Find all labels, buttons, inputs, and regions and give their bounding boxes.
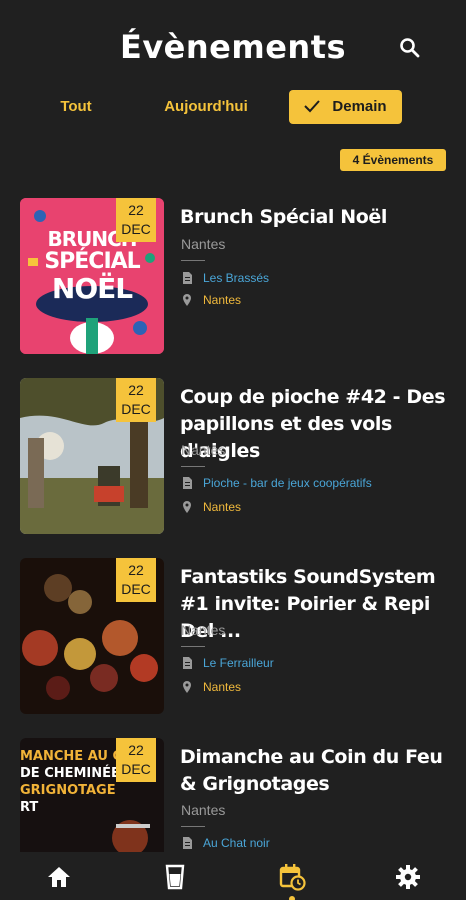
bottom-navigation (0, 852, 466, 900)
drink-icon (165, 864, 185, 890)
venue-city: Nantes (203, 500, 242, 514)
app-header: Évènements (0, 0, 466, 90)
nav-home[interactable] (44, 862, 74, 892)
event-title: Brunch Spécial Noël (180, 206, 387, 228)
nav-settings[interactable] (393, 862, 423, 892)
event-title: Dimanche au Coin du Feu & Grignotages (180, 746, 443, 795)
divider (181, 466, 205, 467)
date-day: 22 (128, 562, 144, 578)
venue-name[interactable]: Au Chat noir (203, 835, 270, 851)
nav-events[interactable] (277, 862, 307, 900)
venue-city: Nantes (203, 293, 242, 307)
event-city: Nantes (181, 236, 226, 252)
filter-all[interactable]: Tout (40, 90, 112, 124)
document-icon (183, 272, 192, 284)
filter-tomorrow-label: Demain (332, 98, 387, 115)
active-indicator (289, 896, 295, 900)
event-city: Nantes (181, 802, 226, 818)
home-icon (48, 867, 70, 887)
date-day: 22 (128, 382, 144, 398)
gear-icon (396, 865, 420, 889)
event-city: Nantes (181, 622, 226, 638)
filter-tomorrow[interactable]: Demain (289, 90, 402, 124)
location-pin-icon (183, 501, 191, 513)
event-card[interactable]: BRUNCH SPÉCIAL NOËL 22 DEC Brunch Spécia… (0, 198, 466, 358)
document-icon (183, 837, 192, 849)
date-badge: 22 DEC (116, 378, 156, 422)
filter-today[interactable]: Aujourd'hui (150, 90, 262, 124)
date-day: 22 (128, 742, 144, 758)
check-icon (304, 99, 321, 112)
date-day: 22 (128, 202, 144, 218)
filter-bar: Tout Aujourd'hui Demain (0, 88, 466, 126)
venue-name[interactable]: Pioche - bar de jeux coopératifs (203, 475, 372, 491)
divider (181, 646, 205, 647)
event-count-badge: 4 Évènements (340, 149, 446, 171)
search-button[interactable] (396, 34, 424, 62)
venue-city: Nantes (203, 680, 242, 694)
event-card[interactable]: 22 DEC Fantastiks SoundSystem #1 invite:… (0, 558, 466, 718)
date-badge: 22 DEC (116, 558, 156, 602)
event-card[interactable]: 22 DEC Coup de pioche #42 - Des papillon… (0, 378, 466, 538)
event-city: Nantes (181, 442, 226, 458)
date-month: DEC (121, 761, 151, 777)
date-month: DEC (121, 581, 151, 597)
date-badge: 22 DEC (116, 738, 156, 782)
image-text: NOËL (51, 272, 133, 305)
calendar-icon (279, 864, 306, 891)
document-icon (183, 657, 192, 669)
venue-name[interactable]: Le Ferrailleur (203, 655, 274, 671)
search-icon (400, 38, 420, 58)
divider (181, 826, 205, 827)
date-month: DEC (121, 221, 151, 237)
divider (181, 260, 205, 261)
venue-name[interactable]: Les Brassés (203, 270, 269, 286)
location-pin-icon (183, 681, 191, 693)
image-text: RT (20, 800, 39, 815)
date-badge: 22 DEC (116, 198, 156, 242)
nav-venues[interactable] (160, 862, 190, 892)
date-month: DEC (121, 401, 151, 417)
image-text: SPÉCIAL (44, 249, 140, 274)
location-pin-icon (183, 294, 191, 306)
image-text: GRIGNOTAGE (20, 783, 116, 798)
document-icon (183, 477, 192, 489)
